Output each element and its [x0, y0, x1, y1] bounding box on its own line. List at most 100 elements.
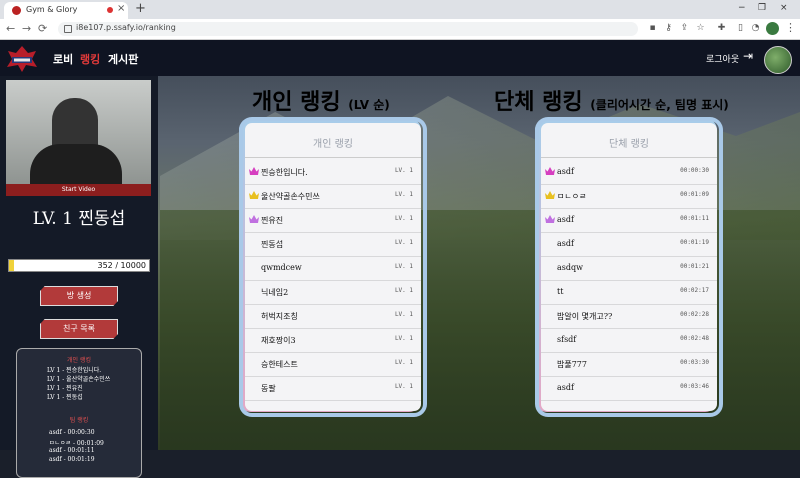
- ranking-row: asdqw 00:01:21: [541, 257, 717, 281]
- nav-lobby[interactable]: 로비: [53, 51, 73, 67]
- crown-icon: [249, 191, 259, 199]
- crown-icon: [249, 215, 259, 223]
- ranking-value: 00:01:11: [680, 215, 709, 222]
- ranking-name: 재호짱이3: [261, 336, 296, 345]
- ranking-name: ㅁㄴㅇㄹ: [557, 192, 587, 201]
- key-icon[interactable]: ⚷: [664, 24, 673, 33]
- personal-ranking-heading: 개인 랭킹 (LV 순): [252, 84, 390, 116]
- ranking-value: LV. 1: [394, 311, 413, 318]
- forward-button[interactable]: →: [22, 22, 31, 35]
- app-header: 로비 랭킹 게시판 로그아웃 ⇥: [0, 40, 800, 76]
- ranking-name: 찐유진: [261, 216, 284, 225]
- ranking-value: 00:02:17: [680, 287, 709, 294]
- reload-button[interactable]: ⟳: [38, 22, 47, 35]
- sidebar-icon[interactable]: ▯: [736, 24, 745, 33]
- lock-icon: [64, 25, 72, 33]
- browser-tab-bar: Gym & Glory × + − ❐ ×: [0, 0, 800, 19]
- personal-heading-text: 개인 랭킹: [252, 90, 341, 115]
- mini-personal-line: LV 1 - 찐유진: [47, 385, 83, 392]
- new-tab-button[interactable]: +: [135, 1, 146, 16]
- puzzle-icon[interactable]: ✚: [717, 24, 726, 33]
- exp-text: 352 / 10000: [97, 261, 147, 270]
- gym-and-glory-logo[interactable]: [6, 45, 38, 73]
- ranking-value: 00:00:30: [680, 167, 709, 174]
- exp-progress-fill: [9, 260, 14, 271]
- ranking-name: qwmdcew: [261, 263, 302, 272]
- ranking-name: 밥알이 몇개고??: [557, 312, 613, 321]
- ranking-row: 찐승한입니다. LV. 1: [245, 161, 421, 185]
- personal-panel-title: 개인 랭킹: [313, 139, 353, 150]
- mini-team-line: asdf - 00:01:11: [49, 447, 95, 454]
- ranking-name: sfsdf: [557, 335, 577, 344]
- browser-profile-avatar[interactable]: [766, 22, 779, 35]
- ranking-name: 울산약골손수민쓰: [261, 192, 320, 201]
- mini-team-line: asdf - 00:01:19: [49, 456, 95, 463]
- tab-title: Gym & Glory: [26, 5, 78, 14]
- crown-icon: [545, 215, 555, 223]
- ranking-name: 승한테스트: [261, 360, 298, 369]
- ranking-value: 00:02:48: [680, 335, 709, 342]
- personal-heading-sub: (LV 순): [348, 98, 390, 112]
- webcam-preview: [6, 80, 151, 184]
- ranking-row: tt 00:02:17: [541, 281, 717, 305]
- panel-divider: [245, 157, 421, 158]
- star-icon[interactable]: ☆: [696, 24, 705, 33]
- personal-ranking-panel: 개인 랭킹 찐승한입니다. LV. 1 울산약골손수민쓰 LV. 1 찐유진 LV. 1찐…: [242, 120, 424, 414]
- team-panel-title: 단체 랭킹: [609, 139, 649, 150]
- friends-list-button[interactable]: 친구 목록: [40, 319, 118, 339]
- browser-menu-icon[interactable]: ⋮: [785, 21, 796, 34]
- tab-close-icon[interactable]: ×: [117, 3, 125, 14]
- ranking-value: LV. 1: [394, 335, 413, 342]
- ranking-row: asdf 00:01:19: [541, 233, 717, 257]
- maximize-button[interactable]: ❐: [758, 3, 766, 13]
- team-heading-sub: (클리어시간 순, 팀명 표시): [590, 98, 729, 112]
- team-heading-text: 단체 랭킹: [494, 90, 583, 115]
- team-ranking-heading: 단체 랭킹 (클리어시간 순, 팀명 표시): [494, 84, 729, 116]
- url-text[interactable]: i8e107.p.ssafy.io/ranking: [76, 23, 176, 32]
- ranking-value: LV. 1: [394, 191, 413, 198]
- ranking-row: asdf 00:01:11: [541, 209, 717, 233]
- ranking-name: 닉네임2: [261, 288, 289, 297]
- mini-personal-line: LV 1 - 울산약골손수민쓰: [47, 376, 111, 383]
- close-window-button[interactable]: ×: [780, 3, 788, 13]
- address-bar[interactable]: i8e107.p.ssafy.io/ranking: [58, 22, 638, 36]
- profile-menu-icon[interactable]: ◔: [751, 24, 760, 33]
- ranking-name: 밥풀777: [557, 360, 587, 369]
- site-favicon-icon: [12, 6, 21, 15]
- sidebar: Start Video LV. 1 찐동섭 352 / 10000 방 생성 친…: [0, 76, 158, 478]
- browser-toolbar: ← → ⟳ i8e107.p.ssafy.io/ranking ▪ ⚷ ⇪ ☆ …: [0, 19, 800, 40]
- webcam-person-body: [30, 144, 122, 184]
- ranking-row: sfsdf 00:02:48: [541, 329, 717, 353]
- share-icon[interactable]: ⇪: [680, 24, 689, 33]
- panel-divider: [541, 157, 717, 158]
- ranking-value: LV. 1: [394, 287, 413, 294]
- browser-tab[interactable]: Gym & Glory ×: [4, 2, 128, 19]
- ranking-row: 동팔 LV. 1: [245, 377, 421, 401]
- user-avatar[interactable]: [764, 46, 792, 74]
- ranking-row: ㅁㄴㅇㄹ 00:01:09: [541, 185, 717, 209]
- logout-button[interactable]: 로그아웃: [706, 52, 739, 65]
- crown-icon: [545, 191, 555, 199]
- ranking-name: asdf: [557, 383, 574, 392]
- ranking-row: 재호짱이3 LV. 1: [245, 329, 421, 353]
- ranking-row: qwmdcew LV. 1: [245, 257, 421, 281]
- ranking-value: 00:01:09: [680, 191, 709, 198]
- mini-team-line: asdf - 00:00:30: [49, 429, 95, 436]
- ranking-name: 허벅지조칭: [261, 312, 298, 321]
- logout-icon[interactable]: ⇥: [743, 49, 753, 63]
- ranking-name: 찐승한입니다.: [261, 168, 308, 177]
- ranking-name: asdqw: [557, 263, 583, 272]
- ranking-name: asdf: [557, 239, 574, 248]
- start-video-button[interactable]: Start Video: [6, 184, 151, 196]
- mini-team-line: ㅁㄴㅇㄹ - 00:01:09: [49, 440, 104, 447]
- ranking-value: 00:01:19: [680, 239, 709, 246]
- ranking-row: 밥알이 몇개고?? 00:02:28: [541, 305, 717, 329]
- back-button[interactable]: ←: [6, 22, 15, 35]
- nav-ranking[interactable]: 랭킹: [80, 51, 100, 67]
- minimize-button[interactable]: −: [738, 3, 746, 13]
- ranking-value: LV. 1: [394, 263, 413, 270]
- exp-progress-bar: 352 / 10000: [8, 259, 150, 272]
- create-room-button[interactable]: 방 생성: [40, 286, 118, 306]
- nav-board[interactable]: 게시판: [108, 51, 138, 67]
- camera-icon[interactable]: ▪: [648, 24, 657, 33]
